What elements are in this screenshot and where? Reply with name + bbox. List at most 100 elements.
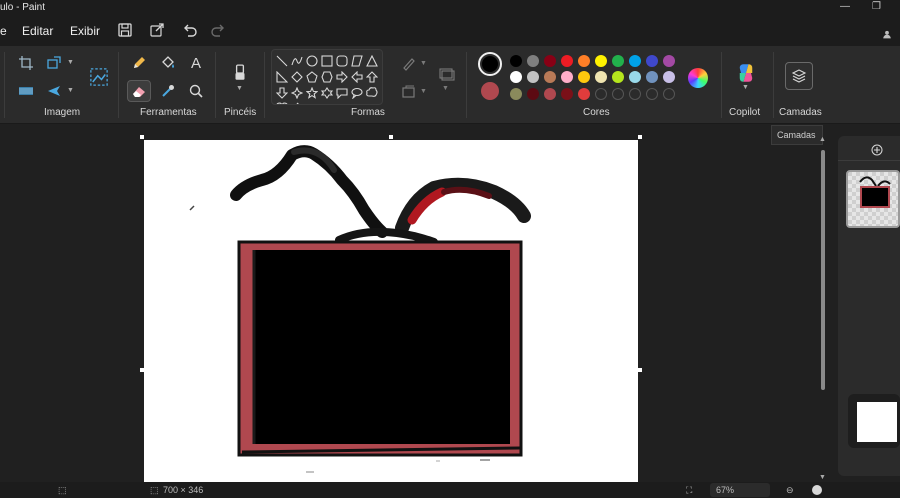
share-icon[interactable] <box>149 22 165 38</box>
zoom-out-icon[interactable]: ⊖ <box>786 485 794 496</box>
color-swatch[interactable] <box>561 55 573 67</box>
four-point-star-shape-icon[interactable] <box>290 86 304 100</box>
cloud-callout-shape-icon[interactable] <box>366 86 378 98</box>
text-tool-icon[interactable]: A <box>186 53 206 73</box>
color-swatch[interactable] <box>544 71 556 83</box>
color-swatch[interactable] <box>578 71 590 83</box>
color-swatch[interactable] <box>544 88 556 100</box>
callout-shape-icon[interactable] <box>336 86 348 100</box>
chevron-down-icon[interactable]: ▼ <box>420 60 427 67</box>
down-arrow-shape-icon[interactable] <box>275 86 289 99</box>
save-icon[interactable] <box>117 22 133 38</box>
shape-fill-icon[interactable] <box>399 82 419 102</box>
curve-shape-icon[interactable] <box>291 54 303 66</box>
resize-handle[interactable] <box>140 135 144 139</box>
left-arrow-shape-icon[interactable] <box>351 70 363 84</box>
rotate-icon[interactable] <box>44 81 64 101</box>
edit-colors-icon[interactable] <box>688 68 708 88</box>
resize-handle[interactable] <box>638 368 642 372</box>
chevron-down-icon[interactable]: ▼ <box>236 85 243 92</box>
color-swatch[interactable] <box>646 55 658 67</box>
color-swatch[interactable] <box>527 55 539 67</box>
color-swatch[interactable] <box>578 55 590 67</box>
lightning-shape-icon[interactable] <box>291 101 303 104</box>
right-triangle-shape-icon[interactable] <box>276 70 289 83</box>
menu-exibir[interactable]: Exibir <box>70 24 100 38</box>
triangle-shape-icon[interactable] <box>366 54 378 67</box>
resize-handle[interactable] <box>638 135 642 139</box>
shape-style-icon[interactable] <box>436 64 458 84</box>
empty-color-slot[interactable] <box>595 88 607 100</box>
color-swatch[interactable] <box>561 88 573 100</box>
resize-icon[interactable] <box>44 53 64 73</box>
vertical-scrollbar[interactable]: ▲ ▼ <box>819 136 827 482</box>
color-swatch[interactable] <box>629 55 641 67</box>
redo-icon[interactable] <box>210 22 226 38</box>
color-swatch[interactable] <box>510 88 522 100</box>
add-layer-icon[interactable] <box>871 143 883 156</box>
color-swatch[interactable] <box>527 71 539 83</box>
color-swatch[interactable] <box>612 55 624 67</box>
color-swatch[interactable] <box>510 71 522 83</box>
chevron-down-icon[interactable]: ▼ <box>442 85 449 92</box>
eraser-icon[interactable] <box>127 80 151 102</box>
menu-editar[interactable]: Editar <box>22 24 53 38</box>
scrollbar-thumb[interactable] <box>821 150 825 390</box>
color-swatch[interactable] <box>527 88 539 100</box>
color-picker-icon[interactable] <box>158 81 178 101</box>
diamond-shape-icon[interactable] <box>291 70 303 83</box>
color-swatch[interactable] <box>595 71 607 83</box>
drawing-canvas[interactable] <box>144 140 638 483</box>
color-swatch[interactable] <box>612 71 624 83</box>
color-swatch[interactable] <box>510 55 522 67</box>
up-arrow-shape-icon[interactable] <box>365 70 379 83</box>
pencil-icon[interactable] <box>129 53 149 73</box>
chevron-down-icon[interactable]: ▼ <box>67 87 74 94</box>
five-point-star-shape-icon[interactable] <box>305 86 319 99</box>
zoom-slider-thumb[interactable] <box>812 485 822 495</box>
color-swatch[interactable] <box>663 71 675 83</box>
right-arrow-shape-icon[interactable] <box>336 70 348 84</box>
rounded-rectangle-shape-icon[interactable] <box>336 54 348 67</box>
scroll-up-icon[interactable]: ▲ <box>819 136 826 143</box>
color-swatch[interactable] <box>646 71 658 83</box>
secondary-color-swatch[interactable] <box>481 82 499 100</box>
scroll-down-icon[interactable]: ▼ <box>819 474 826 481</box>
color-swatch[interactable] <box>544 55 556 67</box>
layers-icon[interactable] <box>785 62 813 90</box>
line-shape-icon[interactable] <box>276 54 288 67</box>
account-icon[interactable] <box>882 26 892 39</box>
six-point-star-shape-icon[interactable] <box>320 86 334 99</box>
pentagon-shape-icon[interactable] <box>306 70 318 83</box>
copilot-icon[interactable] <box>735 62 757 84</box>
color-swatch[interactable] <box>629 71 641 83</box>
undo-icon[interactable] <box>182 22 198 38</box>
empty-color-slot[interactable] <box>646 88 658 100</box>
layer-thumbnail[interactable] <box>846 170 900 228</box>
polygon-shape-icon[interactable] <box>351 54 363 67</box>
chevron-down-icon[interactable]: ▼ <box>742 84 749 91</box>
resize-handle[interactable] <box>140 368 144 372</box>
rectangle-shape-icon[interactable] <box>321 54 333 67</box>
oval-callout-shape-icon[interactable] <box>351 86 363 100</box>
file-menu-edge[interactable]: e <box>0 24 7 38</box>
maximize-icon[interactable]: ❐ <box>872 1 881 12</box>
background-layer-thumbnail[interactable] <box>848 394 900 448</box>
brush-icon[interactable] <box>229 61 251 85</box>
magnifier-icon[interactable] <box>186 81 206 101</box>
empty-color-slot[interactable] <box>663 88 675 100</box>
chevron-down-icon[interactable]: ▼ <box>67 59 74 66</box>
minimize-icon[interactable]: — <box>840 1 850 12</box>
color-swatch[interactable] <box>663 55 675 67</box>
color-swatch[interactable] <box>595 55 607 67</box>
empty-color-slot[interactable] <box>612 88 624 100</box>
shape-outline-icon[interactable] <box>399 54 419 74</box>
primary-color-swatch[interactable] <box>478 52 502 76</box>
hexagon-shape-icon[interactable] <box>321 70 333 83</box>
fill-bucket-icon[interactable] <box>158 53 178 73</box>
select-all-icon[interactable] <box>16 81 36 101</box>
zoom-level[interactable]: 67% <box>710 483 770 497</box>
resize-handle[interactable] <box>389 135 393 139</box>
empty-color-slot[interactable] <box>629 88 641 100</box>
crop-icon[interactable] <box>16 53 36 73</box>
